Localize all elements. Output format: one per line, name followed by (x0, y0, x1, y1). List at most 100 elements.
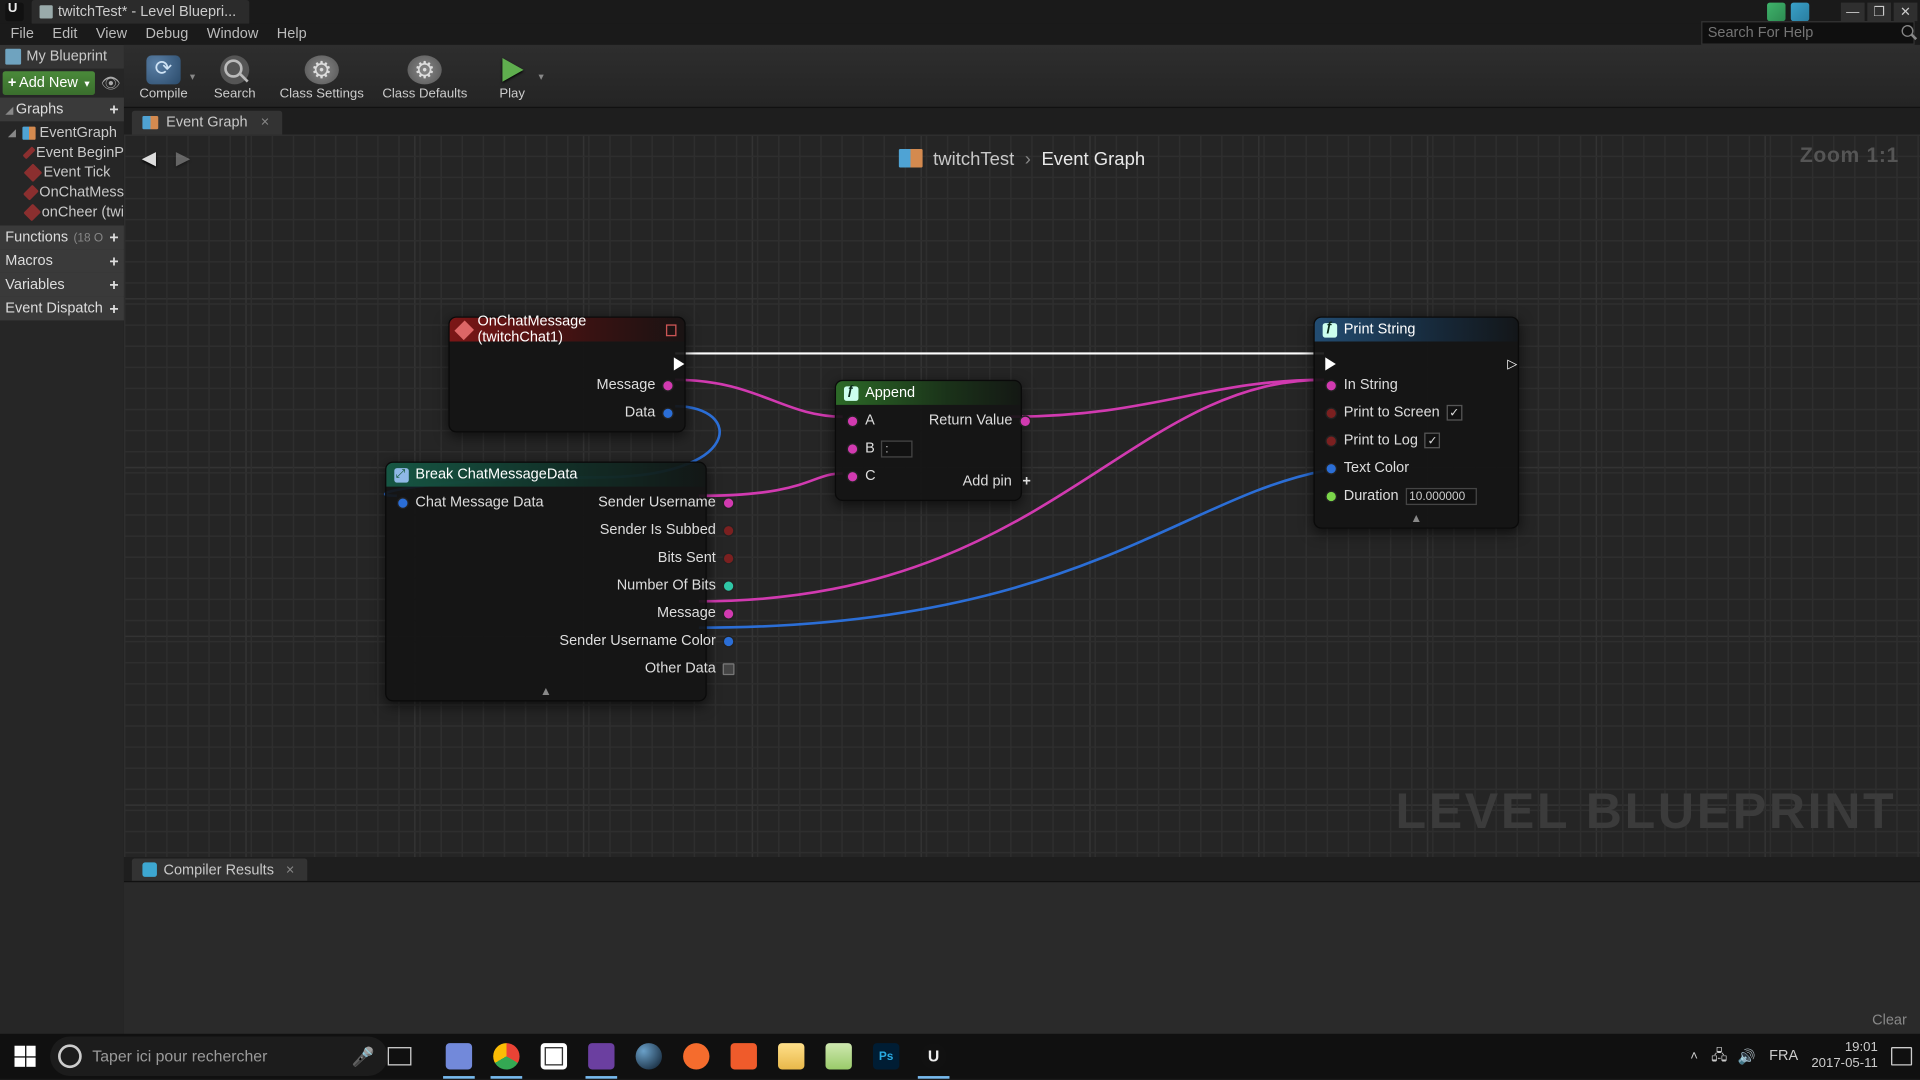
graph-root[interactable]: ◢ EventGraph (3, 123, 124, 143)
section-graphs[interactable]: ◢ Graphs + (0, 98, 124, 122)
section-dispatchers[interactable]: Event Dispatch + (0, 297, 124, 321)
node-append[interactable]: Append A B C Return Value Add pin+ (835, 380, 1022, 501)
tray-network-icon[interactable]: 🖧 (1711, 1044, 1727, 1069)
checkbox[interactable]: ✓ (1446, 405, 1462, 421)
collapse-node-button[interactable]: ▲ (1315, 512, 1518, 528)
chevron-down-icon[interactable]: ▾ (539, 70, 544, 82)
compiler-results-tab[interactable]: Compiler Results × (132, 858, 308, 880)
node-print-string[interactable]: Print String In String Print to Screen✓ … (1313, 316, 1519, 528)
checkbox[interactable]: ✓ (1425, 433, 1441, 449)
pin-a[interactable]: A (847, 410, 913, 431)
add-function-button[interactable]: + (109, 228, 118, 246)
close-icon[interactable]: × (286, 862, 294, 878)
pin-other-data[interactable]: Other Data (559, 658, 734, 679)
node-break-chatmessagedata[interactable]: Break ChatMessageData Chat Message Data … (385, 462, 707, 702)
add-dispatcher-button[interactable]: + (109, 299, 118, 317)
help-search[interactable] (1701, 21, 1915, 45)
chevron-down-icon[interactable]: ▾ (190, 70, 195, 82)
expand-node-button[interactable]: ▲ (386, 684, 705, 700)
pin-duration[interactable]: Duration (1325, 485, 1476, 506)
action-center-icon[interactable] (1891, 1047, 1912, 1065)
search-button[interactable]: Search (200, 47, 269, 104)
pin-in-string[interactable]: In String (1325, 375, 1476, 396)
taskbar-app-photoshop[interactable]: Ps (862, 1034, 909, 1079)
pin-chat-message-data[interactable]: Chat Message Data (397, 492, 544, 513)
my-blueprint-tab[interactable]: My Blueprint (0, 45, 124, 69)
taskbar-app-origin[interactable] (673, 1034, 720, 1079)
clear-button[interactable]: Clear (1872, 1013, 1907, 1029)
menu-window[interactable]: Window (207, 26, 259, 42)
taskbar-search[interactable]: Taper ici pour rechercher 🎤 (50, 1036, 388, 1076)
taskbar-app-steam[interactable] (625, 1034, 672, 1079)
window-tab[interactable]: twitchTest* - Level Bluepri... (32, 0, 250, 24)
graph-item[interactable]: Event BeginP (3, 142, 124, 162)
add-pin-button[interactable]: Add pin+ (929, 471, 1031, 492)
exec-out-pin[interactable] (597, 347, 674, 368)
add-new-button[interactable]: + Add New ▾ (3, 71, 95, 95)
section-macros[interactable]: Macros + (0, 249, 124, 273)
tray-volume-icon[interactable]: 🔊 (1738, 1048, 1756, 1065)
graph-item[interactable]: OnChatMess (3, 182, 124, 202)
compile-button[interactable]: Compile ▾ (129, 47, 198, 104)
pin-print-to-log[interactable]: Print to Log✓ (1325, 430, 1476, 451)
class-defaults-button[interactable]: Class Defaults (374, 47, 475, 104)
help-search-input[interactable] (1702, 24, 1900, 42)
microphone-icon[interactable]: 🎤 (352, 1045, 375, 1067)
tray-clock[interactable]: 19:01 2017-05-11 (1811, 1040, 1877, 1072)
breadcrumb-leaf[interactable]: Event Graph (1041, 148, 1145, 169)
class-settings-button[interactable]: Class Settings (272, 47, 372, 104)
pin-bits-sent[interactable]: Bits Sent (559, 547, 734, 568)
add-variable-button[interactable]: + (109, 276, 118, 294)
menu-debug[interactable]: Debug (146, 26, 189, 42)
pin-b-literal[interactable] (881, 440, 913, 457)
nav-back-button[interactable]: ◄ (137, 145, 161, 173)
add-macro-button[interactable]: + (109, 252, 118, 270)
section-variables[interactable]: Variables + (0, 273, 124, 297)
nav-forward-button[interactable]: ► (171, 145, 195, 173)
taskbar-app-notepad[interactable] (815, 1034, 862, 1079)
section-functions[interactable]: Functions (18 O + (0, 225, 124, 249)
graph-tab-eventgraph[interactable]: Event Graph × (132, 111, 283, 135)
menu-help[interactable]: Help (277, 26, 307, 42)
tray-language[interactable]: FRA (1769, 1048, 1798, 1064)
play-button[interactable]: Play ▾ (478, 47, 547, 104)
pin-print-to-screen[interactable]: Print to Screen✓ (1325, 402, 1476, 423)
pin-text-color[interactable]: Text Color (1325, 458, 1476, 479)
graph-canvas[interactable]: ◄ ► twitchTest › Event Graph Zoom 1:1 LE… (124, 135, 1920, 858)
pin-b[interactable]: B (847, 438, 913, 459)
pin-sender-is-subbed[interactable]: Sender Is Subbed (559, 520, 734, 541)
delegate-pin-icon[interactable] (665, 324, 676, 336)
menu-edit[interactable]: Edit (52, 26, 77, 42)
graph-item[interactable]: onCheer (twi (3, 202, 124, 222)
tray-overflow-button[interactable]: ˄ (1690, 1049, 1698, 1064)
window-restore-button[interactable]: ❐ (1867, 3, 1891, 21)
pin-c[interactable]: C (847, 466, 913, 487)
node-onchatmessage[interactable]: OnChatMessage (twitchChat1) Message Data (448, 316, 685, 432)
notification-icon[interactable] (1791, 3, 1809, 21)
pin-sender-username-color[interactable]: Sender Username Color (559, 630, 734, 651)
graph-item[interactable]: Event Tick (3, 162, 124, 182)
menu-view[interactable]: View (96, 26, 127, 42)
taskbar-app-unreal[interactable]: U (910, 1034, 957, 1079)
exec-in-pin[interactable] (1325, 347, 1476, 368)
taskbar-app-visualstudio[interactable] (578, 1034, 625, 1079)
duration-input[interactable] (1405, 487, 1476, 504)
pin-message-out[interactable]: Message (559, 603, 734, 624)
pin-sender-username[interactable]: Sender Username (559, 492, 734, 513)
taskbar-app-chrome[interactable] (483, 1034, 530, 1079)
pin-number-of-bits[interactable]: Number Of Bits (559, 575, 734, 596)
window-minimize-button[interactable]: — (1841, 3, 1865, 21)
task-view-button[interactable] (388, 1047, 430, 1065)
start-button[interactable] (0, 1034, 50, 1079)
source-control-icon[interactable] (1767, 3, 1785, 21)
pin-data[interactable]: Data (597, 402, 674, 423)
taskbar-app-anydesk[interactable] (720, 1034, 767, 1079)
add-graph-button[interactable]: + (109, 100, 118, 118)
window-close-button[interactable]: ✕ (1894, 3, 1918, 21)
taskbar-app-mail[interactable] (530, 1034, 577, 1079)
pin-message[interactable]: Message (597, 375, 674, 396)
breadcrumb-root[interactable]: twitchTest (933, 148, 1014, 169)
taskbar-app-discord[interactable] (435, 1034, 482, 1079)
view-options-button[interactable]: 👁 (100, 73, 121, 94)
pin-return-value[interactable]: Return Value (929, 410, 1031, 431)
